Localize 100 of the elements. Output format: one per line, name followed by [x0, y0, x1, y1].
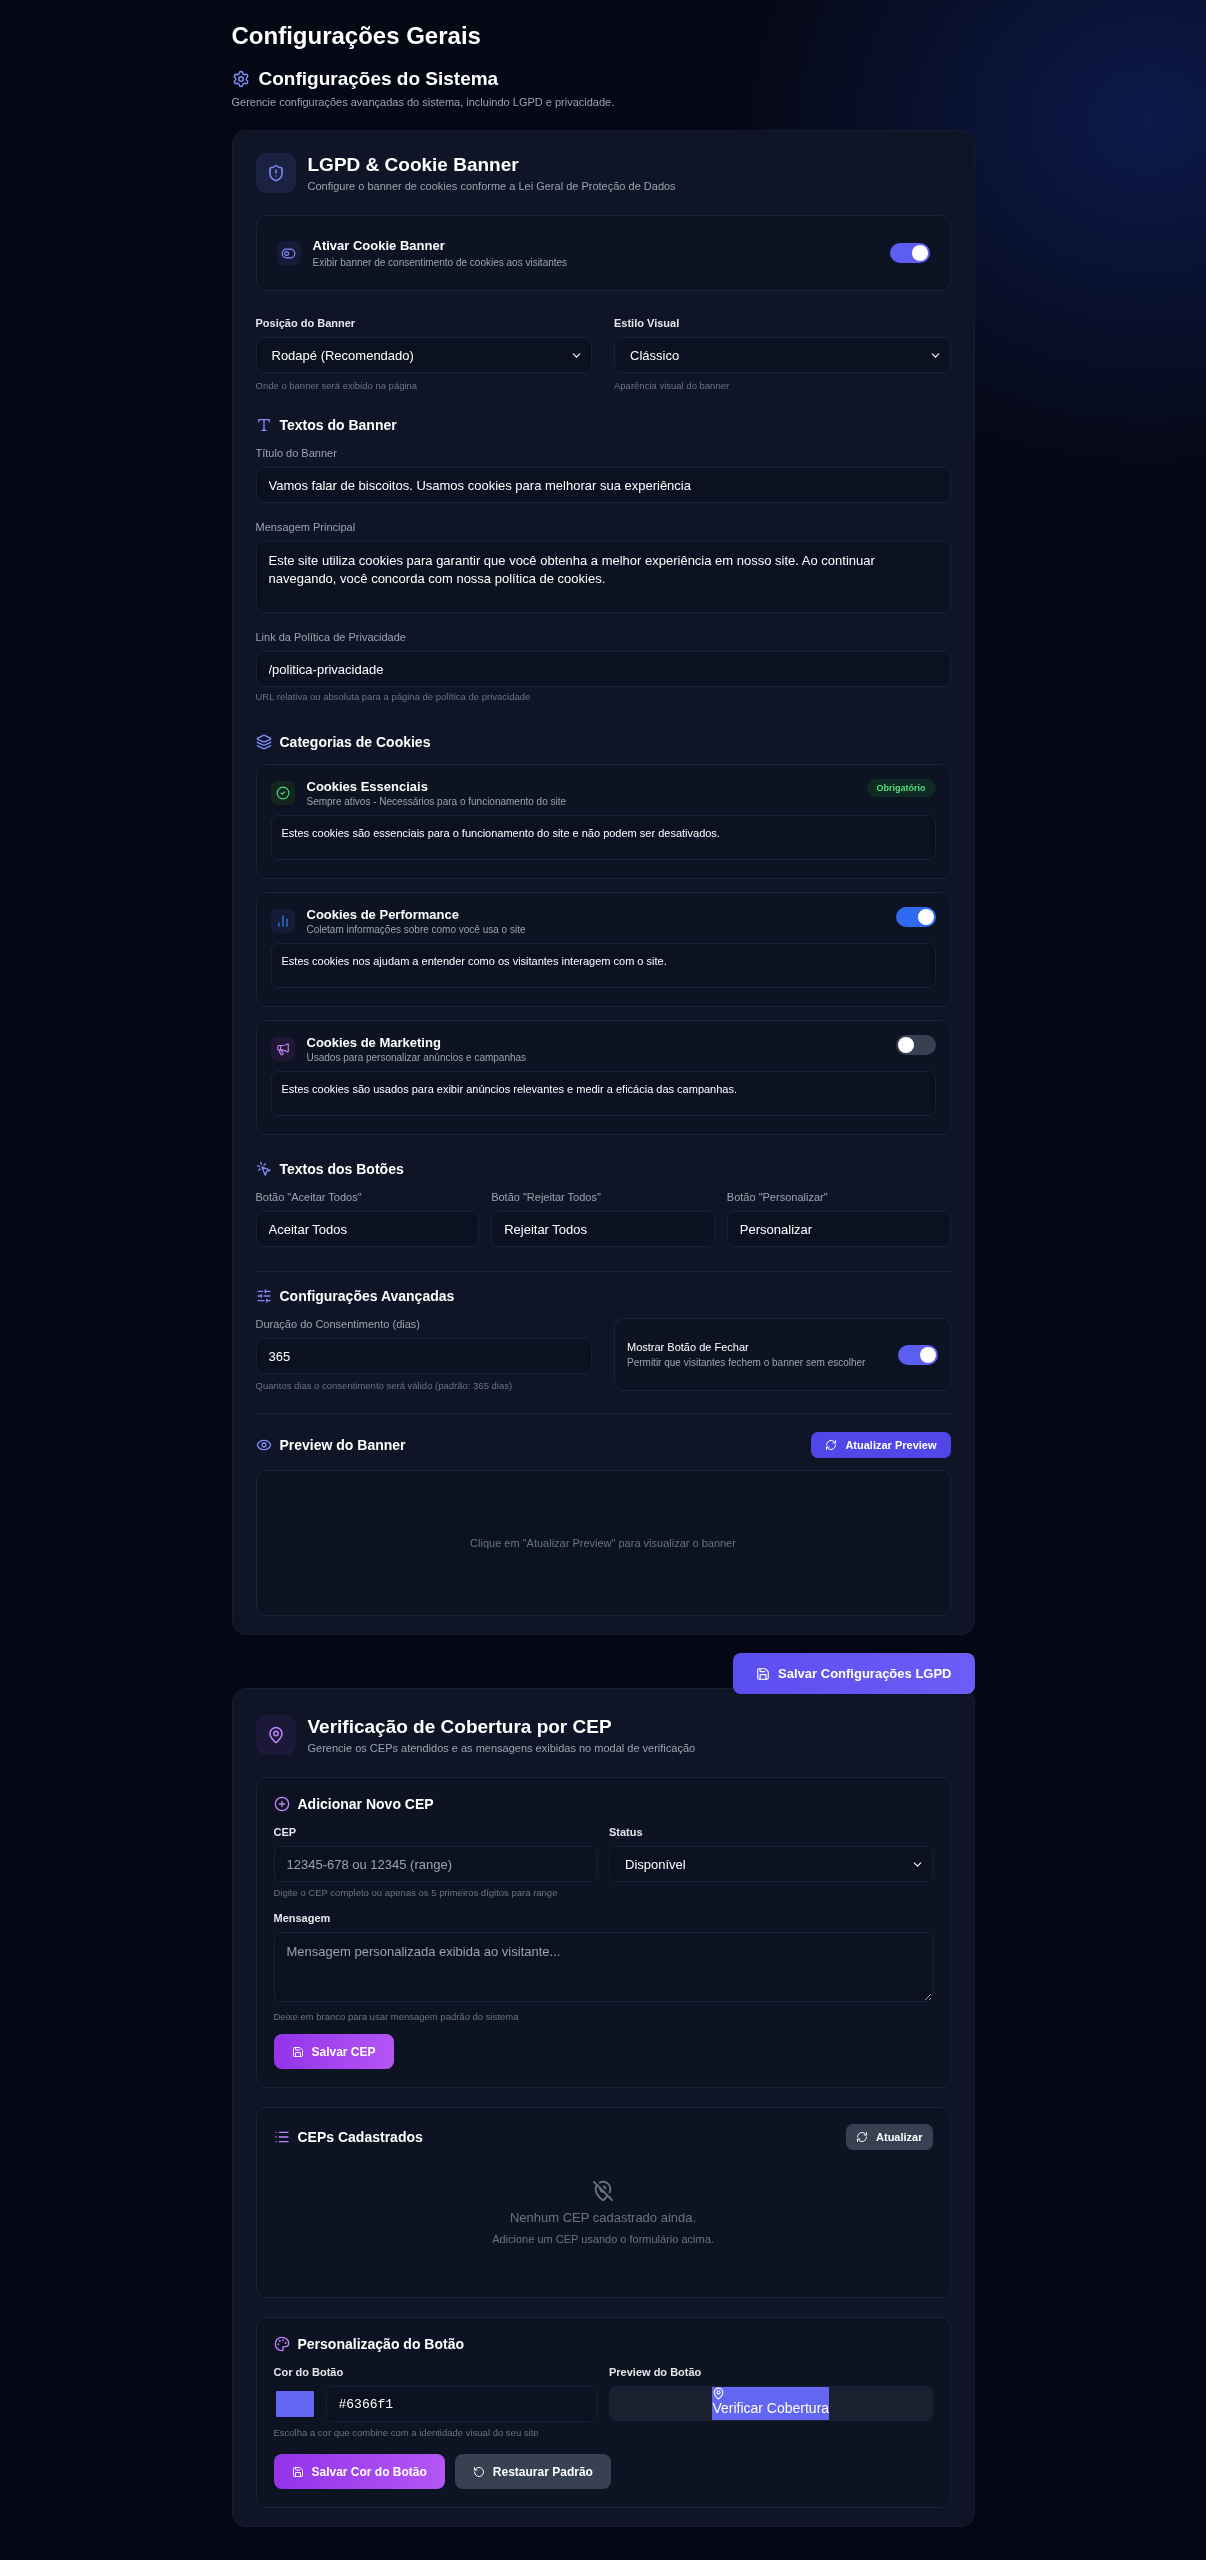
- select-field[interactable]: Rodapé (Recomendado): [255, 337, 592, 373]
- subsection-title: Preview do Banner: [279, 1437, 406, 1453]
- empty-hint: Adicione um CEP usando o formulário acima.: [492, 2233, 714, 2245]
- helper-text: Escolha a cor que combine com a identidade visual do seu site: [273, 2427, 540, 2438]
- subsection-title: CEPs Cadastrados: [297, 2129, 423, 2145]
- category-description: Estes cookies nos ajudam a entender como os visitantes interagem com o site.: [270, 943, 936, 988]
- cep-input[interactable]: 12345-678 ou 12345 (range): [273, 1846, 597, 1882]
- reset-icon: [472, 2465, 485, 2478]
- input-field[interactable]: Aceitar Todos: [255, 1211, 480, 1247]
- field-label: Botão "Aceitar Todos": [255, 1191, 363, 1203]
- setting-title: Ativar Cookie Banner: [312, 238, 446, 253]
- map-pin-off-icon: [592, 2180, 614, 2202]
- card-subtitle: Gerencie os CEPs atendidos e as mensagens exibidas no modal de verificação: [307, 1742, 696, 1754]
- helper-text: Digite o CEP completo ou apenas os 5 primeiros dígitos para range: [273, 1887, 559, 1898]
- select-field[interactable]: Disponível: [609, 1846, 933, 1882]
- layers-icon: [255, 734, 272, 750]
- helper-text: URL relativa ou absoluta para a página de política de privacidade: [255, 691, 532, 702]
- helper-text: Onde o banner será exibido na página: [255, 380, 419, 391]
- field-label: Posição do Banner: [255, 317, 357, 329]
- card-subtitle: Configure o banner de cookies conforme a Lei Geral de Proteção de Dados: [307, 180, 676, 192]
- category-subtitle: Usados para personalizar anúncios e campanhas: [306, 1052, 528, 1063]
- input-field[interactable]: Personalizar: [726, 1211, 951, 1247]
- sliders-icon: [255, 1288, 272, 1304]
- refresh-icon: [856, 2131, 869, 2143]
- page-title: Configurações Gerais: [231, 22, 482, 50]
- bar-chart-icon: [270, 909, 295, 933]
- color-input[interactable]: #6366f1: [325, 2386, 597, 2422]
- save-icon: [291, 2465, 304, 2478]
- toggle-switch[interactable]: [889, 243, 930, 263]
- circle-check-icon: [270, 781, 295, 805]
- map-pin-icon: [255, 1715, 296, 1755]
- restore-default-button[interactable]: Restaurar Padrão: [454, 2454, 611, 2489]
- subsection-title: Categorias de Cookies: [279, 734, 431, 750]
- message-field[interactable]: Mensagem personalizada exibida ao visitante...: [273, 1932, 933, 2002]
- helper-text: Aparência visual do banner: [614, 380, 731, 391]
- helper-text: Quantos dias o consentimento será válido (padrão: 365 dias): [255, 1380, 514, 1391]
- category-title: Cookies Essenciais: [306, 779, 429, 794]
- field-label: Preview do Botão: [609, 2366, 703, 2378]
- list-icon: [273, 2129, 290, 2145]
- save-lgpd-button[interactable]: Salvar Configurações LGPD: [733, 1653, 975, 1694]
- subsection-title: Configurações Avançadas: [279, 1288, 455, 1304]
- category-description: Estes cookies são essenciais para o funcionamento do site e não podem ser desativados.: [270, 815, 936, 860]
- field-label: Mensagem Principal: [255, 521, 357, 533]
- toggle-icon: [276, 241, 301, 265]
- setting-title: Mostrar Botão de Fechar: [627, 1341, 750, 1353]
- eye-icon: [255, 1437, 272, 1453]
- section-title: Configurações do Sistema: [258, 68, 499, 90]
- field-label: Botão "Rejeitar Todos": [491, 1191, 602, 1203]
- save-icon: [291, 2045, 304, 2058]
- input-field[interactable]: Rejeitar Todos: [491, 1211, 715, 1247]
- map-pin-icon: [712, 2387, 726, 2400]
- subsection-title: Adicionar Novo CEP: [297, 1796, 434, 1812]
- field-label: CEP: [273, 1826, 298, 1838]
- toggle-switch[interactable]: [895, 907, 936, 927]
- field-label: Duração do Consentimento (dias): [255, 1318, 421, 1330]
- preview-box: Clique em "Atualizar Preview" para visualizar o banner: [255, 1470, 951, 1616]
- subsection-title: Textos do Banner: [279, 417, 397, 433]
- text-icon: [255, 417, 272, 433]
- setting-description: Exibir banner de consentimento de cookies aos visitantes: [312, 257, 569, 268]
- subsection-title: Textos dos Botões: [279, 1161, 404, 1177]
- megaphone-icon: [270, 1037, 295, 1061]
- save-cep-button[interactable]: Salvar CEP: [273, 2034, 394, 2069]
- save-color-button[interactable]: Salvar Cor do Botão: [273, 2454, 445, 2489]
- helper-text: Deixe em branco para usar mensagem padrão do sistema: [273, 2011, 520, 2022]
- empty-title: Nenhum CEP cadastrado ainda.: [509, 2210, 697, 2225]
- refresh-icon: [825, 1439, 838, 1451]
- required-badge: Obrigatório: [866, 779, 936, 797]
- category-subtitle: Coletam informações sobre como você usa o site: [306, 924, 527, 935]
- field-label: Estilo Visual: [614, 317, 681, 329]
- refresh-button[interactable]: Atualizar: [846, 2124, 933, 2150]
- subsection-title: Personalização do Botão: [297, 2336, 464, 2352]
- card-title: LGPD & Cookie Banner: [307, 154, 520, 176]
- input-field[interactable]: /politica-privacidade: [255, 651, 951, 687]
- field-label: Status: [609, 1826, 644, 1838]
- settings-icon: [231, 70, 250, 88]
- category-title: Cookies de Performance: [306, 907, 460, 922]
- save-icon: [756, 1666, 771, 1681]
- input-field[interactable]: Vamos falar de biscoitos. Usamos cookies para melhorar sua experiência: [255, 467, 951, 503]
- section-description: Gerencie configurações avançadas do sistema, incluindo LGPD e privacidade.: [231, 96, 616, 108]
- toggle-switch[interactable]: [895, 1035, 936, 1055]
- category-title: Cookies de Marketing: [306, 1035, 442, 1050]
- color-swatch[interactable]: [273, 2389, 316, 2419]
- field-label: Botão "Personalizar": [726, 1191, 829, 1203]
- setting-description: Permitir que visitantes fechem o banner sem escolher: [627, 1357, 867, 1368]
- field-label: Link da Política de Privacidade: [255, 631, 407, 643]
- field-label: Cor do Botão: [273, 2366, 345, 2378]
- toggle-switch[interactable]: [897, 1344, 938, 1365]
- input-field[interactable]: 365: [255, 1338, 592, 1374]
- refresh-preview-button[interactable]: Atualizar Preview: [811, 1432, 951, 1458]
- palette-icon: [273, 2336, 290, 2352]
- plus-circle-icon: [273, 1796, 290, 1812]
- select-field[interactable]: Clássico: [614, 337, 951, 373]
- category-description: Estes cookies são usados para exibir anúncios relevantes e medir a eficácia das campanhas.: [270, 1071, 936, 1116]
- category-subtitle: Sempre ativos - Necessários para o funcionamento do site: [306, 796, 568, 807]
- field-label: Título do Banner: [255, 447, 338, 459]
- field-label: Mensagem: [273, 1912, 332, 1924]
- preview-button[interactable]: Verificar Cobertura: [712, 2387, 830, 2420]
- shield-icon: [255, 153, 296, 193]
- card-title: Verificação de Cobertura por CEP: [307, 1716, 613, 1738]
- text-area[interactable]: Este site utiliza cookies para garantir que você obtenha a melhor experiência em nosso site. Ao continuar navegando, você concorda com nossa política de cookies.: [255, 541, 951, 613]
